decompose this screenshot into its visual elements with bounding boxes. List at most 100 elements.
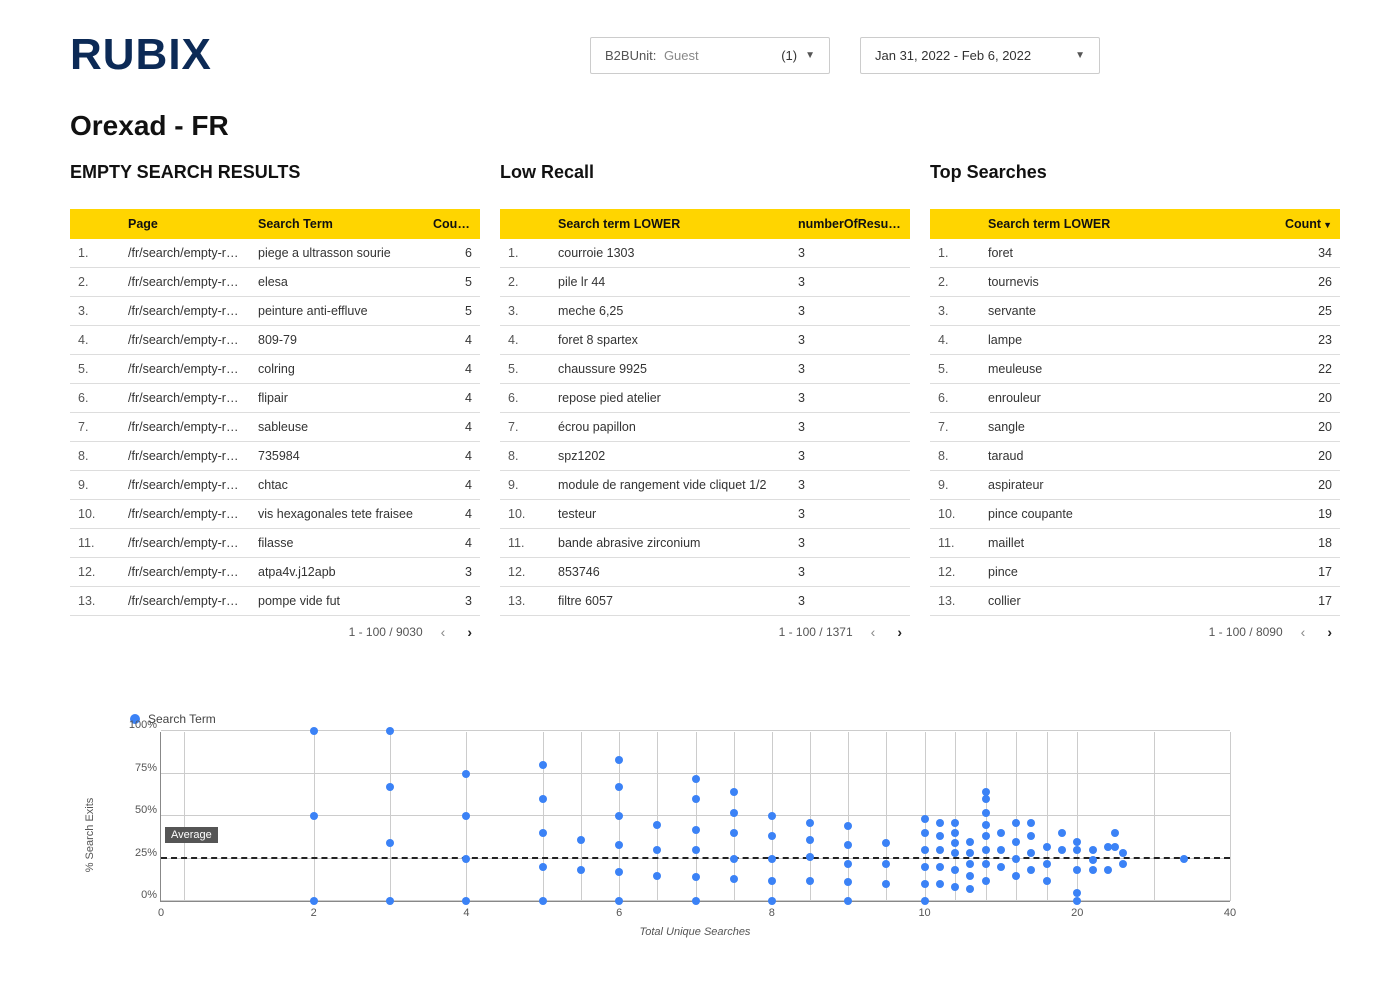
scatter-point[interactable] <box>982 860 990 868</box>
scatter-point[interactable] <box>462 812 470 820</box>
scatter-point[interactable] <box>1073 866 1081 874</box>
table-row[interactable]: 11.maillet18 <box>930 529 1340 558</box>
col-count[interactable]: Coun… <box>425 209 480 239</box>
table-row[interactable]: 4.lampe23 <box>930 326 1340 355</box>
scatter-point[interactable] <box>921 815 929 823</box>
scatter-point[interactable] <box>310 812 318 820</box>
scatter-point[interactable] <box>1058 846 1066 854</box>
scatter-point[interactable] <box>386 897 394 905</box>
col-index[interactable] <box>70 209 120 239</box>
scatter-point[interactable] <box>768 832 776 840</box>
scatter-point[interactable] <box>1027 849 1035 857</box>
table-row[interactable]: 3.servante25 <box>930 297 1340 326</box>
scatter-point[interactable] <box>692 897 700 905</box>
scatter-point[interactable] <box>997 846 1005 854</box>
scatter-point[interactable] <box>462 770 470 778</box>
scatter-point[interactable] <box>936 832 944 840</box>
scatter-point[interactable] <box>951 866 959 874</box>
table-row[interactable]: 8./fr/search/empty-res…7359844 <box>70 442 480 471</box>
scatter-point[interactable] <box>966 849 974 857</box>
table-row[interactable]: 3.meche 6,253 <box>500 297 910 326</box>
scatter-point[interactable] <box>921 829 929 837</box>
scatter-point[interactable] <box>310 727 318 735</box>
table-row[interactable]: 10.pince coupante19 <box>930 500 1340 529</box>
table-row[interactable]: 4.foret 8 spartex3 <box>500 326 910 355</box>
scatter-point[interactable] <box>1089 846 1097 854</box>
scatter-point[interactable] <box>386 839 394 847</box>
table-row[interactable]: 7./fr/search/empty-res…sableuse4 <box>70 413 480 442</box>
scatter-point[interactable] <box>1043 860 1051 868</box>
scatter-point[interactable] <box>966 860 974 868</box>
scatter-point[interactable] <box>768 877 776 885</box>
scatter-point[interactable] <box>1073 838 1081 846</box>
scatter-point[interactable] <box>539 863 547 871</box>
scatter-point[interactable] <box>936 819 944 827</box>
table-row[interactable]: 9.aspirateur20 <box>930 471 1340 500</box>
table-row[interactable]: 1.courroie 13033 <box>500 239 910 268</box>
scatter-point[interactable] <box>806 836 814 844</box>
scatter-point[interactable] <box>1027 819 1035 827</box>
table-row[interactable]: 6.repose pied atelier3 <box>500 384 910 413</box>
scatter-point[interactable] <box>653 872 661 880</box>
pager-prev[interactable]: ‹ <box>1297 622 1310 642</box>
table-row[interactable]: 10./fr/search/empty-res…vis hexagonales … <box>70 500 480 529</box>
scatter-point[interactable] <box>1119 860 1127 868</box>
scatter-point[interactable] <box>1027 832 1035 840</box>
table-row[interactable]: 8.spz12023 <box>500 442 910 471</box>
table-row[interactable]: 11.bande abrasive zirconium3 <box>500 529 910 558</box>
pager-next[interactable]: › <box>463 622 476 642</box>
table-row[interactable]: 13./fr/search/empty-res…pompe vide fut3 <box>70 587 480 616</box>
table-row[interactable]: 2./fr/search/empty-res…elesa5 <box>70 268 480 297</box>
pager-next[interactable]: › <box>893 622 906 642</box>
scatter-point[interactable] <box>982 832 990 840</box>
table-row[interactable]: 1.foret34 <box>930 239 1340 268</box>
scatter-point[interactable] <box>844 897 852 905</box>
scatter-point[interactable] <box>936 863 944 871</box>
scatter-point[interactable] <box>539 829 547 837</box>
scatter-point[interactable] <box>692 846 700 854</box>
scatter-point[interactable] <box>692 775 700 783</box>
scatter-point[interactable] <box>1104 866 1112 874</box>
table-row[interactable]: 5.meuleuse22 <box>930 355 1340 384</box>
scatter-point[interactable] <box>844 878 852 886</box>
scatter-point[interactable] <box>1012 872 1020 880</box>
scatter-point[interactable] <box>615 783 623 791</box>
scatter-point[interactable] <box>882 860 890 868</box>
table-row[interactable]: 10.testeur3 <box>500 500 910 529</box>
scatter-point[interactable] <box>997 863 1005 871</box>
scatter-point[interactable] <box>936 880 944 888</box>
pager-next[interactable]: › <box>1323 622 1336 642</box>
col-count[interactable]: Count▼ <box>1270 209 1340 239</box>
scatter-point[interactable] <box>951 819 959 827</box>
col-term[interactable]: Search Term <box>250 209 425 239</box>
scatter-point[interactable] <box>577 866 585 874</box>
scatter-point[interactable] <box>1111 829 1119 837</box>
scatter-point[interactable] <box>1012 819 1020 827</box>
scatter-point[interactable] <box>386 727 394 735</box>
scatter-point[interactable] <box>615 841 623 849</box>
scatter-point[interactable] <box>806 877 814 885</box>
table-row[interactable]: 13.collier17 <box>930 587 1340 616</box>
table-row[interactable]: 11./fr/search/empty-res…filasse4 <box>70 529 480 558</box>
table-row[interactable]: 7.sangle20 <box>930 413 1340 442</box>
scatter-point[interactable] <box>951 829 959 837</box>
scatter-point[interactable] <box>982 846 990 854</box>
scatter-point[interactable] <box>1111 843 1119 851</box>
scatter-point[interactable] <box>882 880 890 888</box>
pager-prev[interactable]: ‹ <box>437 622 450 642</box>
col-index[interactable] <box>500 209 550 239</box>
scatter-point[interactable] <box>310 897 318 905</box>
table-row[interactable]: 3./fr/search/empty-res…peinture anti-eff… <box>70 297 480 326</box>
scatter-point[interactable] <box>806 853 814 861</box>
scatter-point[interactable] <box>951 883 959 891</box>
col-results[interactable]: numberOfResults… <box>790 209 910 239</box>
scatter-point[interactable] <box>966 872 974 880</box>
col-term[interactable]: Search term LOWER <box>980 209 1270 239</box>
scatter-point[interactable] <box>539 795 547 803</box>
scatter-point[interactable] <box>730 875 738 883</box>
scatter-point[interactable] <box>921 897 929 905</box>
scatter-point[interactable] <box>768 855 776 863</box>
daterange-dropdown[interactable]: Jan 31, 2022 - Feb 6, 2022 ▼ <box>860 37 1100 74</box>
scatter-point[interactable] <box>1043 877 1051 885</box>
scatter-point[interactable] <box>768 897 776 905</box>
